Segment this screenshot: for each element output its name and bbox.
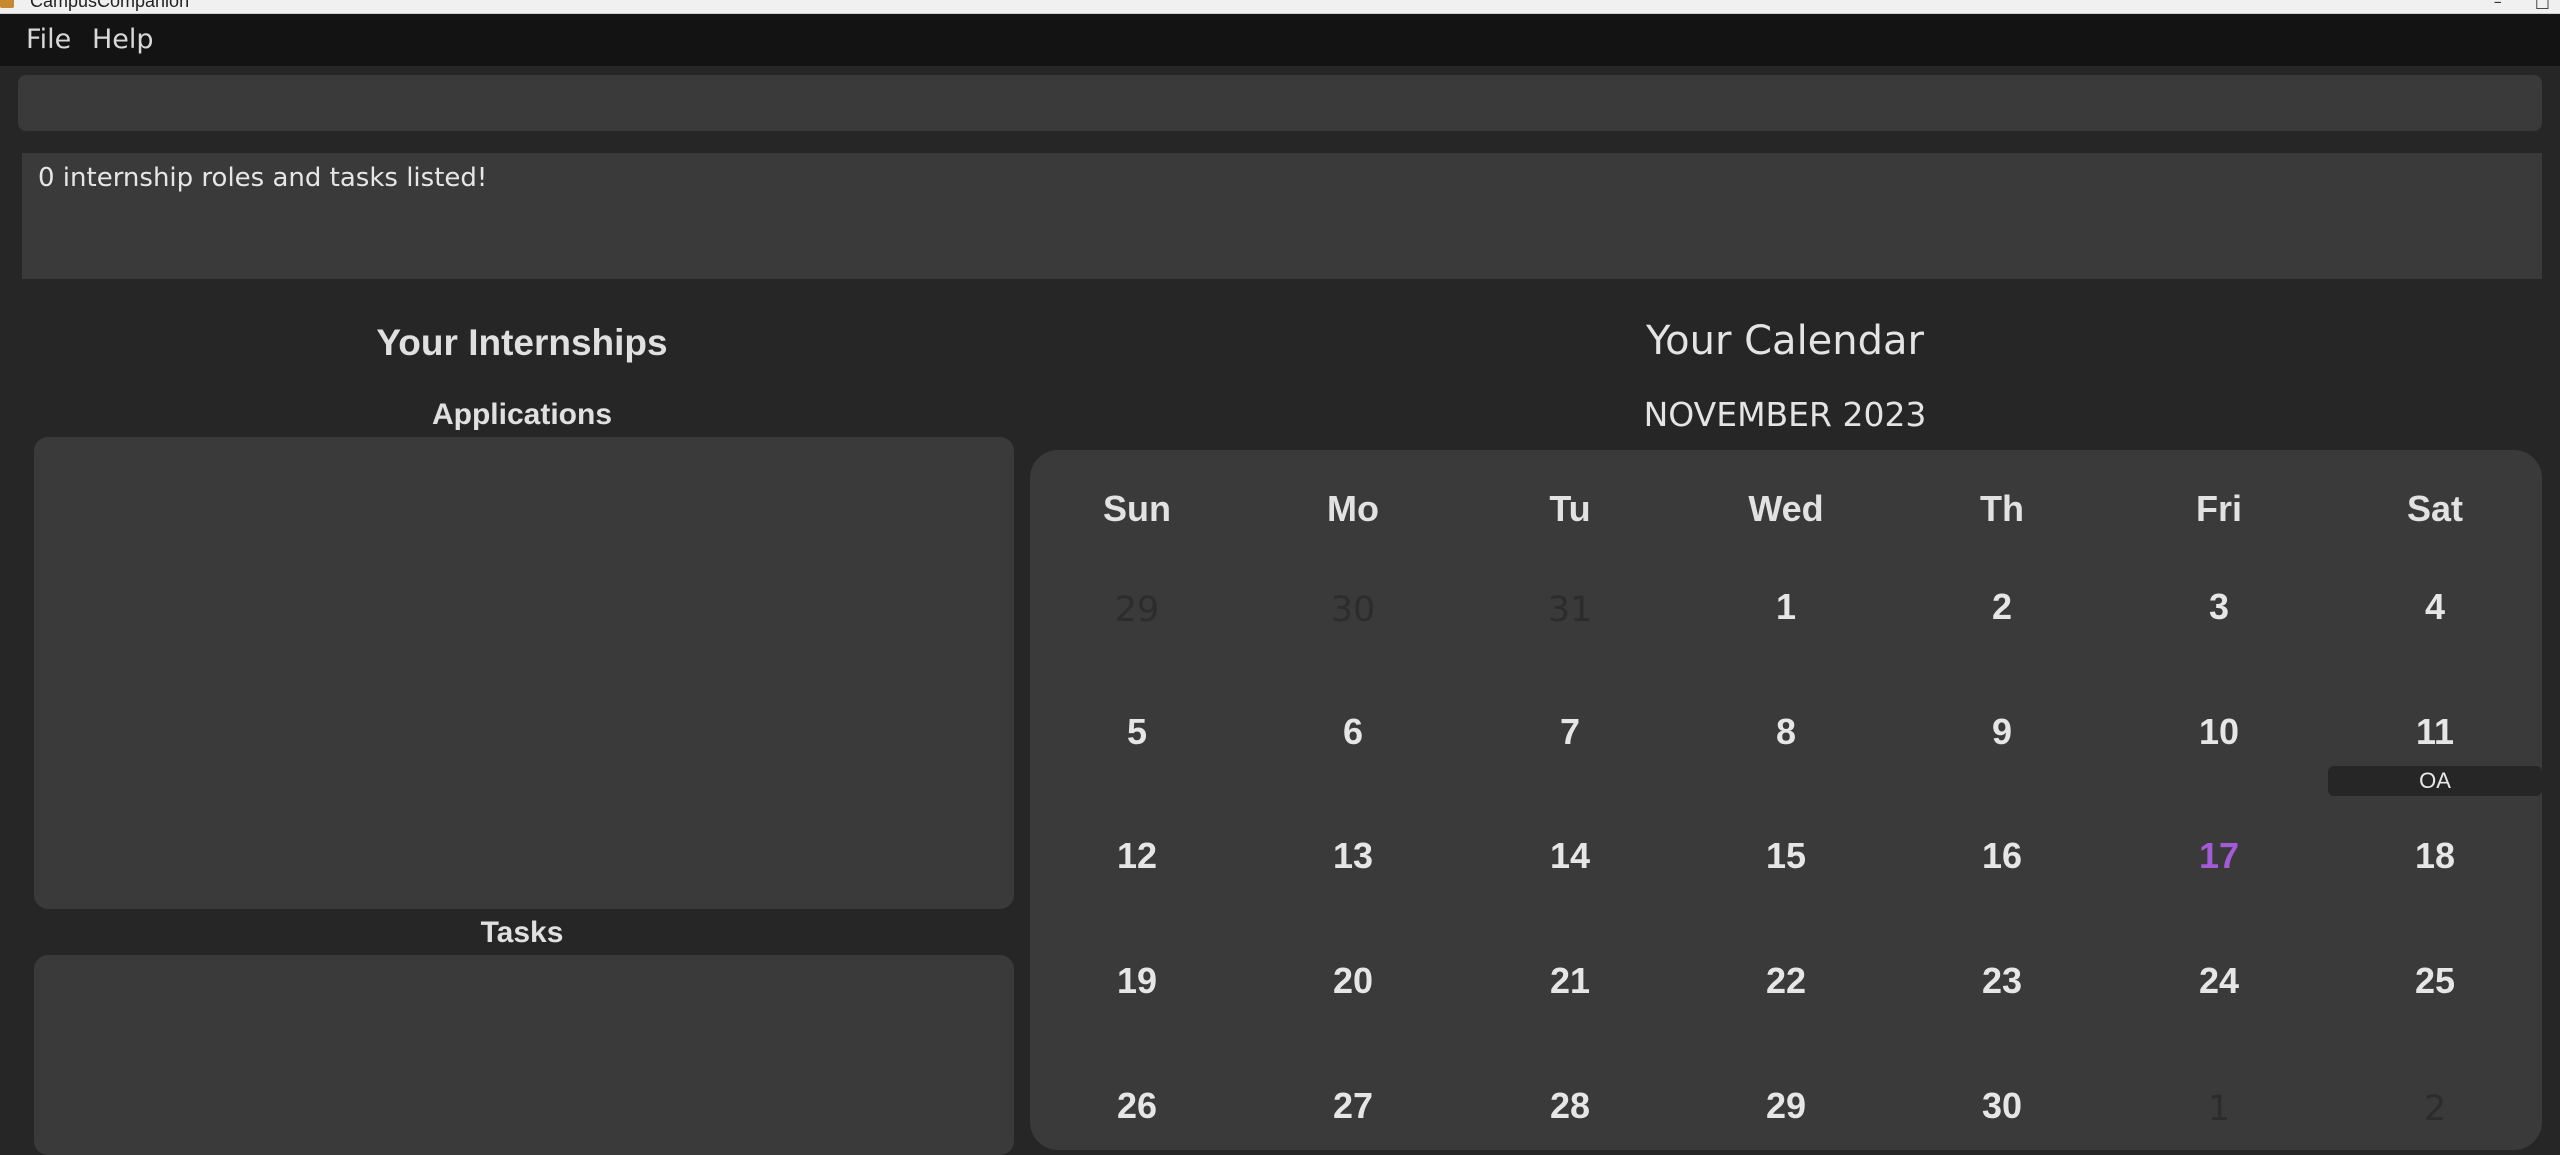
result-display: 0 internship roles and tasks listed!: [22, 153, 2542, 279]
applications-list[interactable]: [34, 437, 1014, 909]
weekday-header: Wed: [1748, 488, 1824, 529]
calendar-day[interactable]: 21: [1462, 960, 1678, 1002]
minimize-button[interactable]: –: [2494, 0, 2502, 11]
calendar-day[interactable]: 23: [1894, 960, 2110, 1002]
calendar-title: Your Calendar: [1646, 318, 1924, 364]
window-titlebar: CampusCompanion – □: [0, 0, 2560, 14]
calendar-day[interactable]: 25: [2327, 960, 2543, 1002]
calendar-day[interactable]: 16: [1894, 835, 2110, 877]
maximize-button[interactable]: □: [2535, 0, 2550, 11]
internships-title: Your Internships: [376, 322, 668, 363]
calendar-day[interactable]: 9: [1894, 711, 2110, 753]
menu-help[interactable]: Help: [92, 22, 154, 58]
calendar-day-other-month[interactable]: 30: [1245, 590, 1461, 630]
calendar-day[interactable]: 30: [1894, 1085, 2110, 1127]
weekday-header: Mo: [1327, 488, 1379, 529]
applications-label: Applications: [431, 398, 612, 431]
calendar-day[interactable]: 26: [1029, 1085, 1245, 1127]
calendar-day[interactable]: 11: [2327, 711, 2543, 753]
calendar-day[interactable]: 12: [1029, 835, 1245, 877]
calendar-day[interactable]: 29: [1678, 1085, 1894, 1127]
calendar-day[interactable]: 27: [1245, 1085, 1461, 1127]
calendar-day[interactable]: 24: [2111, 960, 2327, 1002]
calendar-day[interactable]: 28: [1462, 1085, 1678, 1127]
calendar-day[interactable]: 14: [1462, 835, 1678, 877]
calendar-day[interactable]: 4: [2327, 586, 2543, 628]
calendar-day[interactable]: 5: [1029, 711, 1245, 753]
calendar-day[interactable]: 15: [1678, 835, 1894, 877]
menu-file[interactable]: File: [26, 22, 71, 58]
tasks-list[interactable]: [34, 955, 1014, 1155]
calendar-panel: [1030, 450, 2542, 1150]
calendar-day[interactable]: 19: [1029, 960, 1245, 1002]
weekday-header: Th: [1980, 488, 2024, 529]
calendar-day[interactable]: 7: [1462, 711, 1678, 753]
calendar-day-other-month[interactable]: 29: [1029, 590, 1245, 630]
calendar-day[interactable]: 6: [1245, 711, 1461, 753]
weekday-header: Fri: [2195, 488, 2242, 529]
calendar-day[interactable]: 3: [2111, 586, 2327, 628]
calendar-day-other-month[interactable]: 31: [1462, 590, 1678, 630]
calendar-day-today[interactable]: 17: [2111, 835, 2327, 877]
weekday-header: Tu: [1549, 488, 1591, 529]
command-input[interactable]: [18, 75, 2542, 131]
tasks-label: Tasks: [480, 916, 564, 949]
result-message: 0 internship roles and tasks listed!: [38, 163, 488, 193]
calendar-month: NOVEMBER 2023: [1643, 395, 1927, 434]
calendar-day[interactable]: 8: [1678, 711, 1894, 753]
calendar-day-other-month[interactable]: 1: [2111, 1089, 2327, 1129]
weekday-header: Sun: [1103, 488, 1171, 529]
calendar-day[interactable]: 22: [1678, 960, 1894, 1002]
window-controls: – □: [2466, 0, 2550, 11]
window-title: CampusCompanion: [30, 0, 190, 11]
calendar-event-chip[interactable]: OA: [2328, 766, 2542, 796]
app-icon: [0, 0, 14, 8]
calendar-day[interactable]: 2: [1894, 586, 2110, 628]
calendar-day-other-month[interactable]: 2: [2327, 1089, 2543, 1129]
calendar-day[interactable]: 1: [1678, 586, 1894, 628]
calendar-day[interactable]: 13: [1245, 835, 1461, 877]
weekday-header: Sat: [2406, 488, 2464, 529]
calendar-day[interactable]: 20: [1245, 960, 1461, 1002]
calendar-day[interactable]: 18: [2327, 835, 2543, 877]
calendar-day[interactable]: 10: [2111, 711, 2327, 753]
menu-bar: File Help: [0, 14, 2560, 66]
